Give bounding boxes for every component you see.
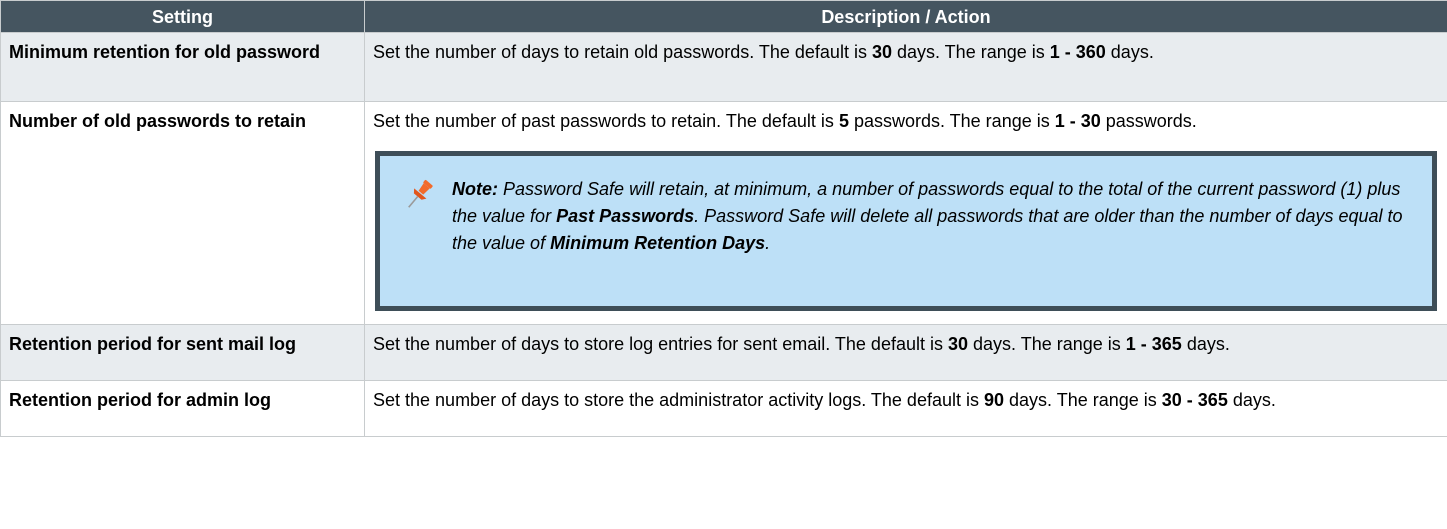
setting-name: Minimum retention for old password (0, 32, 365, 102)
description-text: days. The range is (891, 42, 1050, 62)
description-text: days. The range is (1004, 390, 1162, 410)
header-setting: Setting (0, 0, 365, 33)
range-value: 1 - 360 (1049, 42, 1106, 62)
range-value: 1 - 30 (1054, 111, 1101, 131)
description-text: passwords. The range is (848, 111, 1055, 131)
description-text: Set the number of days to store the admi… (373, 390, 984, 410)
description-text: days. The range is (968, 334, 1126, 354)
description-text: Set the number of days to retain old pas… (373, 42, 872, 62)
setting-description: Set the number of past passwords to reta… (364, 101, 1447, 325)
default-value: 5 (838, 111, 849, 131)
range-value: 1 - 365 (1125, 334, 1182, 354)
note-body: . (765, 233, 771, 253)
description-text: passwords. (1100, 111, 1197, 131)
description-text: days. (1227, 390, 1276, 410)
pushpin-icon (404, 178, 434, 212)
table-header-row: Setting Description / Action (0, 0, 1447, 33)
description-text: days. (1105, 42, 1154, 62)
setting-name: Retention period for sent mail log (0, 324, 365, 381)
note-text: Note: Password Safe will retain, at mini… (452, 176, 1412, 257)
note-emphasis: Minimum Retention Days (550, 233, 766, 253)
description-text: Set the number of days to store log entr… (373, 334, 948, 354)
table-row: Number of old passwords to retain Set th… (0, 101, 1447, 325)
setting-description: Set the number of days to store log entr… (364, 324, 1447, 381)
table-row: Retention period for sent mail log Set t… (0, 324, 1447, 381)
description-text: days. (1181, 334, 1230, 354)
default-value: 30 (871, 42, 892, 62)
table-row: Minimum retention for old password Set t… (0, 32, 1447, 102)
default-value: 90 (983, 390, 1005, 410)
setting-name: Number of old passwords to retain (0, 101, 365, 325)
default-value: 30 (947, 334, 969, 354)
description-text: Set the number of past passwords to reta… (373, 111, 839, 131)
setting-name: Retention period for admin log (0, 380, 365, 437)
header-description: Description / Action (364, 0, 1447, 33)
settings-table: Setting Description / Action Minimum ret… (0, 0, 1447, 437)
description-paragraph: Set the number of past passwords to reta… (373, 109, 1439, 133)
setting-description: Set the number of days to retain old pas… (364, 32, 1447, 102)
note-emphasis: Past Passwords (556, 206, 695, 226)
note-label: Note: (452, 179, 498, 199)
setting-description: Set the number of days to store the admi… (364, 380, 1447, 437)
range-value: 30 - 365 (1161, 390, 1228, 410)
note-box: Note: Password Safe will retain, at mini… (375, 151, 1437, 311)
table-row: Retention period for admin log Set the n… (0, 380, 1447, 437)
